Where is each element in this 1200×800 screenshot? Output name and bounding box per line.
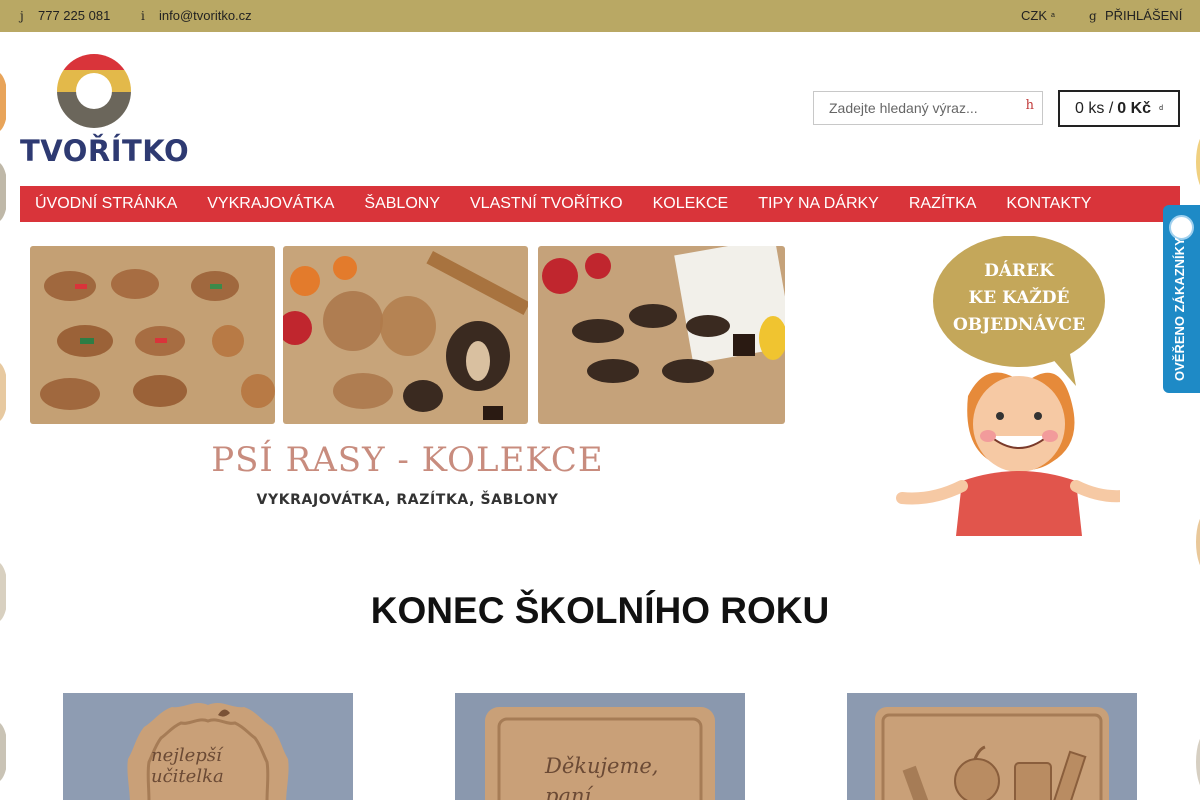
gift-bubble-text: DÁREK KE KAŽDÉ OBJEDNÁVCE <box>934 258 1104 339</box>
search-box: h <box>813 91 1043 125</box>
login-label: PŘIHLÁŠENÍ <box>1105 8 1183 23</box>
banner-photo-dog-cookies <box>30 246 275 424</box>
gift-line-3: OBJEDNÁVCE <box>952 315 1086 335</box>
nav-item-home[interactable]: ÚVODNÍ STRÁNKA <box>35 195 177 213</box>
phone-contact[interactable]: j 777 225 081 <box>20 0 110 32</box>
product-card[interactable]: Děkujeme, paní <box>455 693 745 800</box>
login-link[interactable]: g PŘIHLÁŠENÍ <box>1089 0 1182 32</box>
product-card[interactable] <box>847 693 1137 800</box>
product-text-teacher: nejlepší učitelka <box>151 745 224 787</box>
top-bar: j 777 225 081 i info@tvoritko.cz CZK a g… <box>0 0 1200 32</box>
chevron-down-icon: a <box>1051 12 1055 19</box>
verified-badge-text: OVĚŘENO ZÁKAZNÍKY <box>1172 237 1187 381</box>
product-card[interactable]: nejlepší učitelka <box>63 693 353 800</box>
nav-item-gift-tips[interactable]: TIPY NA DÁRKY <box>758 195 879 213</box>
gift-promo[interactable]: DÁREK KE KAŽDÉ OBJEDNÁVCE <box>880 235 1142 536</box>
search-input[interactable] <box>814 92 1014 124</box>
logo-text: TVOŘÍTKO <box>20 134 190 168</box>
section-title: KONEC ŠKOLNÍHO ROKU <box>370 590 830 631</box>
cart-caret-icon: d <box>1159 105 1163 112</box>
email-icon: i <box>141 9 145 23</box>
right-decoration <box>1194 32 1200 800</box>
nav-item-stamps[interactable]: RAZÍTKA <box>909 195 977 213</box>
email-contact[interactable]: i info@tvoritko.cz <box>141 0 252 32</box>
nav-item-contacts[interactable]: KONTAKTY <box>1006 195 1091 213</box>
nav-item-custom[interactable]: VLASTNÍ TVOŘÍTKO <box>470 195 623 213</box>
logo-ring-icon <box>57 54 131 128</box>
phone-number: 777 225 081 <box>38 8 111 23</box>
left-decoration <box>0 32 6 800</box>
currency-label: CZK <box>1021 8 1047 23</box>
promo-banner[interactable]: PSÍ RASY - KOLEKCE VYKRAJOVÁTKA, RAZÍTKA… <box>20 236 795 526</box>
search-icon[interactable]: h <box>1026 98 1034 113</box>
banner-subtitle: VYKRAJOVÁTKA, RAZÍTKA, ŠABLONY <box>256 492 559 508</box>
currency-selector[interactable]: CZK a <box>1021 0 1055 32</box>
main-nav: ÚVODNÍ STRÁNKA VYKRAJOVÁTKA ŠABLONY VLAS… <box>20 186 1180 222</box>
gift-line-1: DÁREK <box>984 261 1054 281</box>
nav-item-cutters[interactable]: VYKRAJOVÁTKA <box>207 195 334 213</box>
phone-icon: j <box>20 9 24 23</box>
user-icon: g <box>1089 9 1097 23</box>
banner-photo-sheepdog <box>538 246 785 424</box>
cart-total: 0 Kč <box>1117 99 1152 117</box>
product-text-thanks: Děkujeme, paní <box>545 754 659 800</box>
banner-title: PSÍ RASY - KOLEKCE <box>211 440 604 480</box>
nav-item-stencils[interactable]: ŠABLONY <box>364 195 440 213</box>
verified-customers-badge[interactable]: OVĚŘENO ZÁKAZNÍKY <box>1163 205 1200 393</box>
site-logo[interactable]: TVOŘÍTKO <box>20 46 189 168</box>
email-address: info@tvoritko.cz <box>159 8 252 23</box>
cart-count: 0 ks / <box>1075 99 1114 117</box>
banner-photo-border-collie <box>283 246 528 424</box>
gift-line-2: KE KAŽDÉ <box>968 288 1070 308</box>
nav-item-collections[interactable]: KOLEKCE <box>653 195 729 213</box>
product-image-school-cookie <box>847 693 1137 800</box>
cart-button[interactable]: 0 ks / 0 Kč d <box>1058 90 1180 127</box>
